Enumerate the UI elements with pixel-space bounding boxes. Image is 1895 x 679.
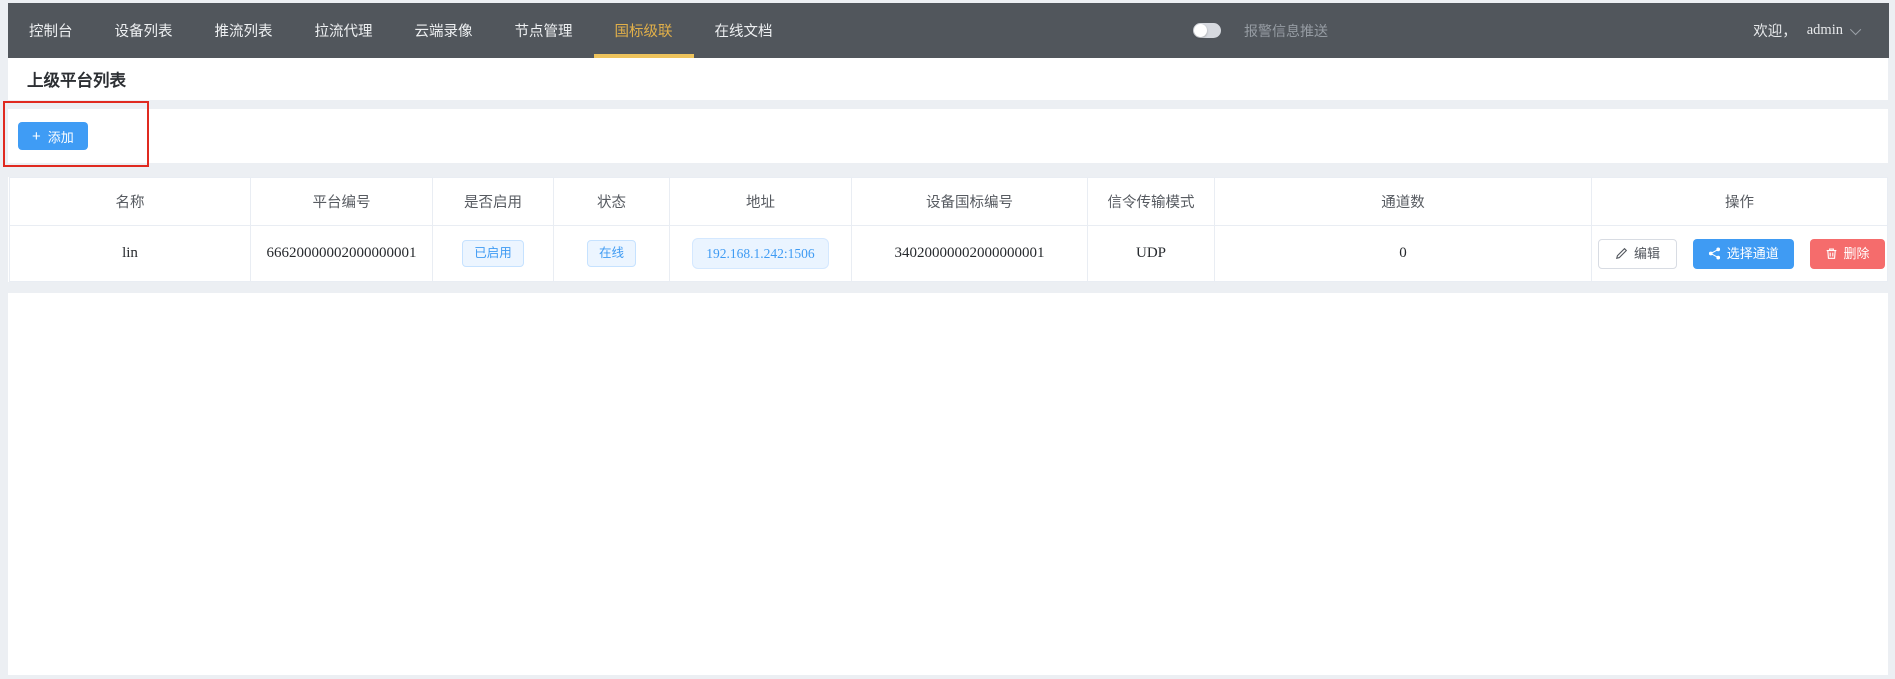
col-header-platform-id: 平台编号	[251, 178, 433, 226]
empty-content-area	[8, 293, 1888, 675]
cell-transport-mode: UDP	[1088, 226, 1215, 282]
chevron-down-icon	[1850, 23, 1861, 34]
share-icon	[1708, 247, 1721, 260]
select-channel-button[interactable]: 选择通道	[1693, 239, 1794, 269]
alarm-push-label: 报警信息推送	[1244, 21, 1328, 41]
col-header-device-gb-id: 设备国标编号	[852, 178, 1088, 226]
edit-button-label: 编辑	[1634, 247, 1660, 260]
alarm-push-toggle[interactable]	[1193, 23, 1221, 38]
tab-push-stream-list[interactable]: 推流列表	[194, 3, 294, 58]
table-row: lin 66620000002000000001 已启用 在线 192.168.…	[10, 226, 1888, 282]
page-title: 上级平台列表	[27, 67, 126, 91]
alarm-push-toggle-group: 报警信息推送	[1193, 3, 1328, 58]
enabled-badge: 已启用	[462, 240, 524, 267]
pencil-icon	[1615, 247, 1628, 260]
col-header-address: 地址	[670, 178, 852, 226]
tab-pull-stream-proxy[interactable]: 拉流代理	[294, 3, 394, 58]
tab-device-list[interactable]: 设备列表	[94, 3, 194, 58]
cell-channel-count: 0	[1215, 226, 1592, 282]
cell-enabled: 已启用	[433, 226, 554, 282]
user-menu[interactable]: 欢迎， admin	[1753, 3, 1861, 58]
add-button-label: 添加	[48, 127, 74, 146]
tab-cloud-recording[interactable]: 云端录像	[394, 3, 494, 58]
table-header-row: 名称 平台编号 是否启用 状态 地址 设备国标编号 信令传输模式 通道数 操作	[10, 178, 1888, 226]
col-header-status: 状态	[554, 178, 670, 226]
trash-icon	[1825, 247, 1838, 260]
tab-gb-cascade[interactable]: 国标级联	[594, 3, 694, 58]
status-badge: 在线	[587, 240, 636, 267]
tab-online-docs[interactable]: 在线文档	[694, 3, 794, 58]
cell-device-gb-id: 34020000002000000001	[852, 226, 1088, 282]
username: admin	[1807, 22, 1843, 39]
plus-icon: +	[32, 129, 41, 144]
cell-actions: 编辑 选择通道	[1592, 226, 1888, 282]
address-badge: 192.168.1.242:1506	[692, 238, 828, 270]
cell-address: 192.168.1.242:1506	[670, 226, 852, 282]
col-header-name: 名称	[10, 178, 251, 226]
nav-tabs: 控制台 设备列表 推流列表 拉流代理 云端录像 节点管理 国标级联 在线文档	[8, 3, 794, 58]
welcome-text: 欢迎，	[1753, 20, 1797, 41]
add-button[interactable]: + 添加	[18, 122, 88, 150]
delete-button[interactable]: 删除	[1810, 239, 1885, 269]
toggle-knob	[1194, 24, 1207, 37]
title-bar: 上级平台列表	[8, 58, 1888, 100]
select-channel-button-label: 选择通道	[1727, 247, 1779, 260]
col-header-enabled: 是否启用	[433, 178, 554, 226]
cell-platform-id: 66620000002000000001	[251, 226, 433, 282]
platform-table: 名称 平台编号 是否启用 状态 地址 设备国标编号 信令传输模式 通道数 操作 …	[9, 177, 1888, 282]
cell-status: 在线	[554, 226, 670, 282]
cell-name: lin	[10, 226, 251, 282]
tab-console[interactable]: 控制台	[8, 3, 94, 58]
tab-node-management[interactable]: 节点管理	[494, 3, 594, 58]
page: 控制台 设备列表 推流列表 拉流代理 云端录像 节点管理 国标级联 在线文档 报…	[0, 0, 1895, 679]
platform-table-panel: 名称 平台编号 是否启用 状态 地址 设备国标编号 信令传输模式 通道数 操作 …	[8, 177, 1888, 282]
col-header-transport-mode: 信令传输模式	[1088, 178, 1215, 226]
toolbar-panel: + 添加	[8, 109, 1888, 163]
col-header-actions: 操作	[1592, 178, 1888, 226]
delete-button-label: 删除	[1844, 247, 1870, 260]
edit-button[interactable]: 编辑	[1598, 239, 1677, 269]
col-header-channel-count: 通道数	[1215, 178, 1592, 226]
top-navbar: 控制台 设备列表 推流列表 拉流代理 云端录像 节点管理 国标级联 在线文档 报…	[8, 3, 1889, 58]
